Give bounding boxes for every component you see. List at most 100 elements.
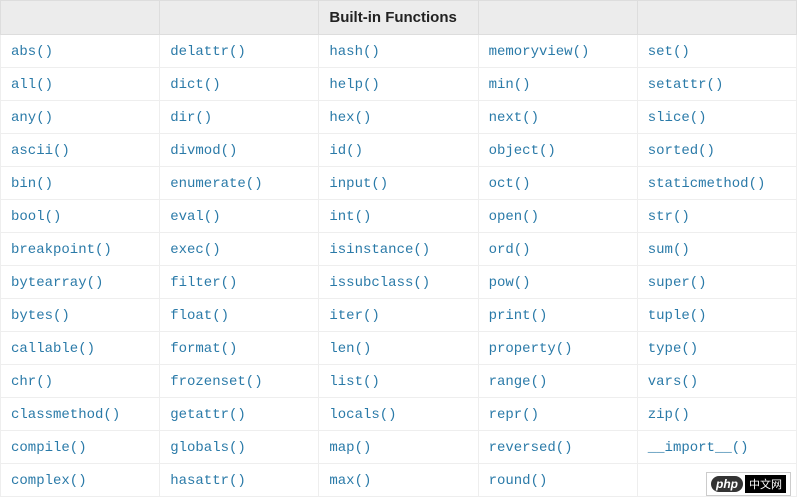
- table-cell: locals(): [319, 398, 478, 431]
- function-link[interactable]: super(): [648, 275, 707, 291]
- function-link[interactable]: staticmethod(): [648, 176, 766, 192]
- table-cell: tuple(): [637, 299, 796, 332]
- function-link[interactable]: delattr(): [170, 44, 246, 60]
- table-cell: setattr(): [637, 68, 796, 101]
- function-link[interactable]: ord(): [489, 242, 531, 258]
- function-link[interactable]: pow(): [489, 275, 531, 291]
- function-link[interactable]: frozenset(): [170, 374, 262, 390]
- function-link[interactable]: set(): [648, 44, 690, 60]
- function-link[interactable]: chr(): [11, 374, 53, 390]
- table-row: all() dict() help() min() setattr(): [1, 68, 797, 101]
- table-cell: int(): [319, 200, 478, 233]
- function-link[interactable]: setattr(): [648, 77, 724, 93]
- function-link[interactable]: str(): [648, 209, 690, 225]
- watermark-suffix: 中文网: [745, 475, 786, 493]
- function-link[interactable]: hasattr(): [170, 473, 246, 489]
- function-link[interactable]: map(): [329, 440, 371, 456]
- table-cell: bytearray(): [1, 266, 160, 299]
- function-link[interactable]: hash(): [329, 44, 379, 60]
- function-link[interactable]: open(): [489, 209, 539, 225]
- function-link[interactable]: abs(): [11, 44, 53, 60]
- function-link[interactable]: sum(): [648, 242, 690, 258]
- table-row: bin() enumerate() input() oct() staticmethod…: [1, 167, 797, 200]
- table-row: bytes() float() iter() print() tuple(): [1, 299, 797, 332]
- builtin-functions-table: Built-in Functions abs()delattr()hash()m…: [0, 0, 797, 497]
- function-link[interactable]: isinstance(): [329, 242, 430, 258]
- function-link[interactable]: ascii(): [11, 143, 70, 159]
- function-link[interactable]: reversed(): [489, 440, 573, 456]
- table-cell: globals(): [160, 431, 319, 464]
- function-link[interactable]: breakpoint(): [11, 242, 112, 258]
- function-link[interactable]: repr(): [489, 407, 539, 423]
- function-link[interactable]: vars(): [648, 374, 698, 390]
- function-link[interactable]: hex(): [329, 110, 371, 126]
- function-link[interactable]: memoryview(): [489, 44, 590, 60]
- function-link[interactable]: all(): [11, 77, 53, 93]
- function-link[interactable]: filter(): [170, 275, 237, 291]
- header-col-5: [637, 1, 796, 35]
- function-link[interactable]: dict(): [170, 77, 220, 93]
- function-link[interactable]: getattr(): [170, 407, 246, 423]
- function-link[interactable]: sorted(): [648, 143, 715, 159]
- function-link[interactable]: bytes(): [11, 308, 70, 324]
- function-link[interactable]: float(): [170, 308, 229, 324]
- table-cell: callable(): [1, 332, 160, 365]
- function-link[interactable]: type(): [648, 341, 698, 357]
- function-link[interactable]: range(): [489, 374, 548, 390]
- function-link[interactable]: tuple(): [648, 308, 707, 324]
- function-link[interactable]: divmod(): [170, 143, 237, 159]
- function-link[interactable]: print(): [489, 308, 548, 324]
- function-link[interactable]: exec(): [170, 242, 220, 258]
- function-link[interactable]: id(): [329, 143, 363, 159]
- table-cell: set(): [637, 35, 796, 68]
- function-link[interactable]: complex(): [11, 473, 87, 489]
- function-link[interactable]: dir(): [170, 110, 212, 126]
- table-cell: format(): [160, 332, 319, 365]
- function-link[interactable]: next(): [489, 110, 539, 126]
- function-link[interactable]: classmethod(): [11, 407, 120, 423]
- function-link[interactable]: max(): [329, 473, 371, 489]
- table-cell: compile(): [1, 431, 160, 464]
- function-link[interactable]: int(): [329, 209, 371, 225]
- table-cell: classmethod(): [1, 398, 160, 431]
- table-cell: dir(): [160, 101, 319, 134]
- function-link[interactable]: iter(): [329, 308, 379, 324]
- table-cell: eval(): [160, 200, 319, 233]
- table-row: abs() delattr() hash() memoryview() set(): [1, 35, 797, 68]
- function-link[interactable]: slice(): [648, 110, 707, 126]
- function-link[interactable]: enumerate(): [170, 176, 262, 192]
- table-cell: max(): [319, 464, 478, 497]
- table-row: classmethod() getattr() locals() repr() zip(…: [1, 398, 797, 431]
- function-link[interactable]: min(): [489, 77, 531, 93]
- table-cell: reversed(): [478, 431, 637, 464]
- function-link[interactable]: compile(): [11, 440, 87, 456]
- function-link[interactable]: __import__(): [648, 440, 749, 456]
- function-link[interactable]: any(): [11, 110, 53, 126]
- table-cell: frozenset(): [160, 365, 319, 398]
- function-link[interactable]: bin(): [11, 176, 53, 192]
- table-cell: id(): [319, 134, 478, 167]
- watermark: php 中文网: [706, 472, 791, 496]
- function-link[interactable]: property(): [489, 341, 573, 357]
- table-cell: hash(): [319, 35, 478, 68]
- function-link[interactable]: bool(): [11, 209, 61, 225]
- function-link[interactable]: eval(): [170, 209, 220, 225]
- function-link[interactable]: len(): [329, 341, 371, 357]
- function-link[interactable]: locals(): [329, 407, 396, 423]
- table-cell: filter(): [160, 266, 319, 299]
- function-link[interactable]: issubclass(): [329, 275, 430, 291]
- table-cell: super(): [637, 266, 796, 299]
- function-link[interactable]: object(): [489, 143, 556, 159]
- function-link[interactable]: help(): [329, 77, 379, 93]
- function-link[interactable]: zip(): [648, 407, 690, 423]
- function-link[interactable]: round(): [489, 473, 548, 489]
- function-link[interactable]: bytearray(): [11, 275, 103, 291]
- function-link[interactable]: input(): [329, 176, 388, 192]
- function-link[interactable]: format(): [170, 341, 237, 357]
- table-row: breakpoint() exec() isinstance() ord() sum(): [1, 233, 797, 266]
- table-cell: any(): [1, 101, 160, 134]
- function-link[interactable]: oct(): [489, 176, 531, 192]
- function-link[interactable]: globals(): [170, 440, 246, 456]
- function-link[interactable]: callable(): [11, 341, 95, 357]
- function-link[interactable]: list(): [329, 374, 379, 390]
